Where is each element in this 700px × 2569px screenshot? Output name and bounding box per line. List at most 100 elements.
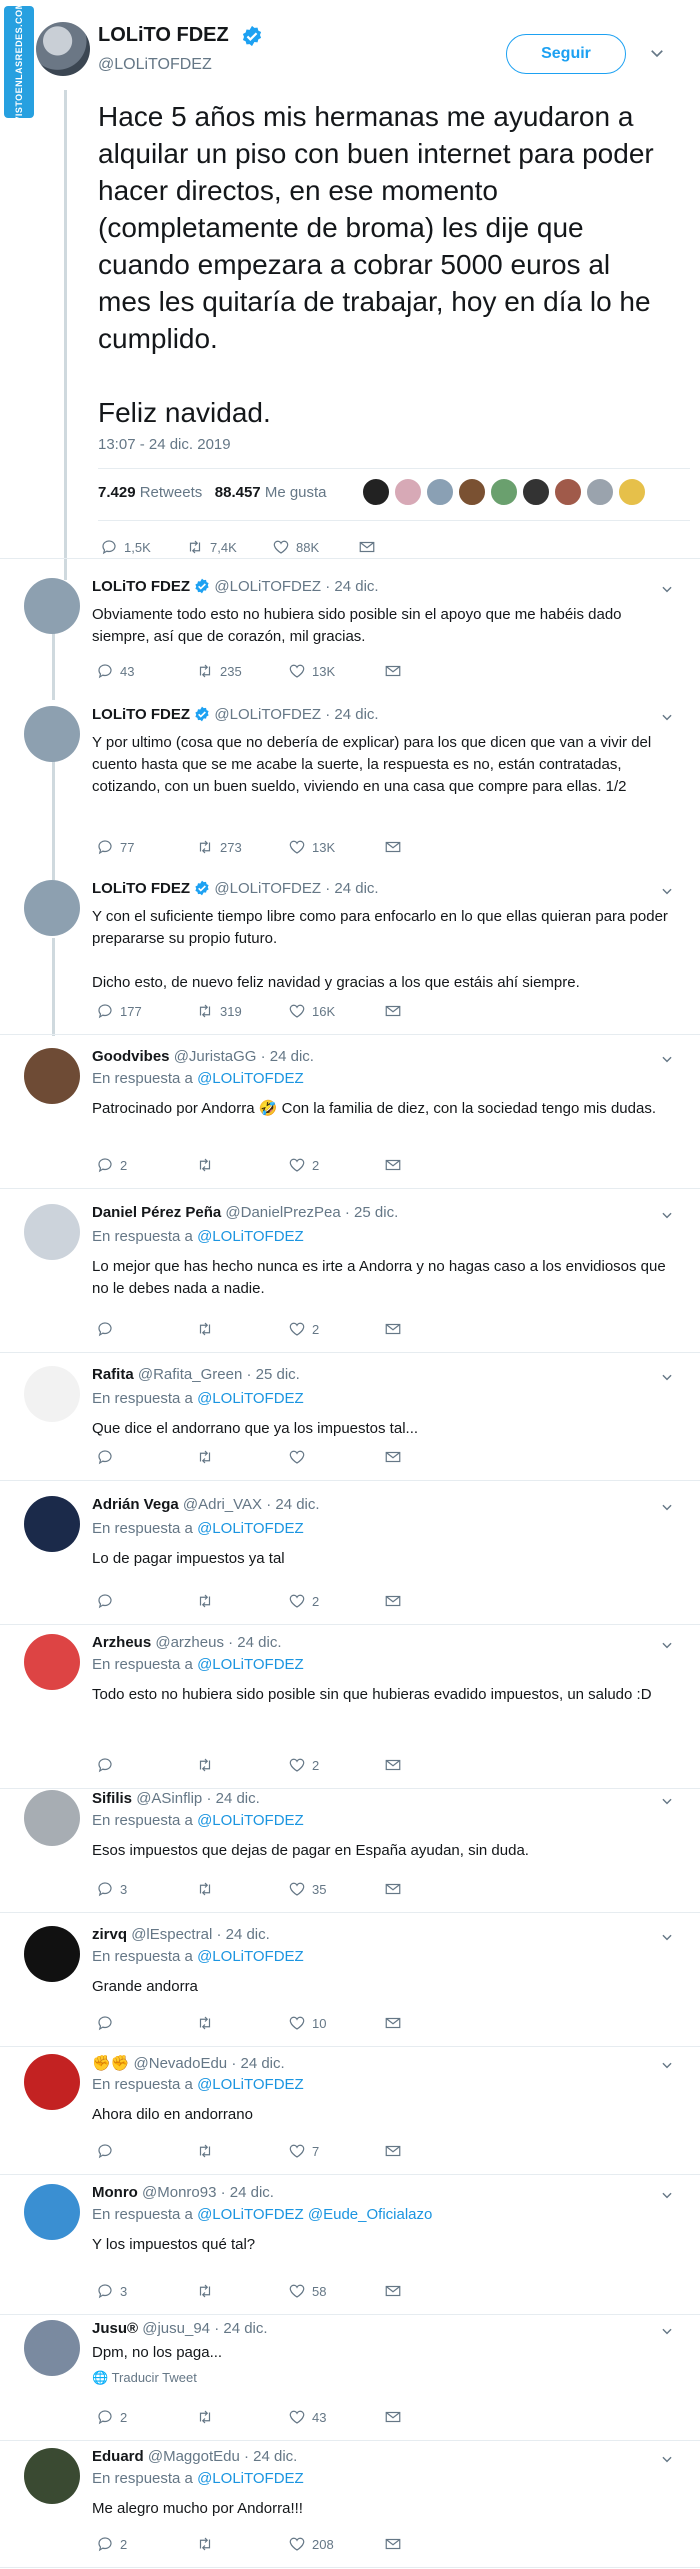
author-handle[interactable]: @jusu_94 <box>142 2320 210 2337</box>
like-button[interactable]: 88K <box>272 538 358 556</box>
mention-link[interactable]: @LOLiTOFDEZ <box>197 1390 304 1407</box>
chevron-down-icon[interactable] <box>660 884 674 898</box>
retweet-button[interactable] <box>196 1448 288 1466</box>
message-button[interactable] <box>384 838 402 856</box>
reply-tweet[interactable]: Daniel Pérez Peña @DanielPrezPea · 25 di… <box>0 1196 700 1354</box>
reply-button[interactable]: 3 <box>96 1880 196 1898</box>
like-button[interactable]: 2 <box>288 1592 384 1610</box>
author-handle[interactable]: @LOLiTOFDEZ <box>214 578 321 595</box>
author-handle[interactable]: @Adri_VAX <box>183 1496 262 1513</box>
retweet-button[interactable]: 273 <box>196 838 288 856</box>
reply-button[interactable] <box>96 2014 196 2032</box>
like-button[interactable]: 208 <box>288 2535 384 2553</box>
liker-avatar[interactable] <box>362 478 390 506</box>
author-name[interactable]: LOLiTO FDEZ <box>98 24 229 47</box>
mention-link[interactable]: @LOLiTOFDEZ @Eude_Oficialazo <box>197 2206 432 2223</box>
liker-avatar[interactable] <box>458 478 486 506</box>
message-button[interactable] <box>384 2282 402 2300</box>
reply-button[interactable] <box>96 1592 196 1610</box>
avatar[interactable] <box>24 578 80 634</box>
reply-tweet[interactable]: ✊✊ @NevadoEdu · 24 dic. En respuesta a @L… <box>0 2046 700 2176</box>
avatar[interactable] <box>24 2448 80 2504</box>
author-name[interactable]: Daniel Pérez Peña <box>92 1204 221 1221</box>
likers-avatars[interactable] <box>362 478 650 506</box>
avatar[interactable] <box>24 1634 80 1690</box>
mention-link[interactable]: @LOLiTOFDEZ <box>197 1520 304 1537</box>
reply-button[interactable]: 2 <box>96 2535 196 2553</box>
chevron-down-icon[interactable] <box>660 1638 674 1652</box>
reply-button[interactable]: 2 <box>96 1156 196 1174</box>
author-name[interactable]: LOLiTO FDEZ <box>92 880 190 897</box>
message-button[interactable] <box>384 1880 402 1898</box>
chevron-down-icon[interactable] <box>660 2058 674 2072</box>
retweet-button[interactable] <box>196 1592 288 1610</box>
author-handle[interactable]: @lEspectral <box>131 1926 212 1943</box>
tweet-date[interactable]: · 24 dic. <box>221 2184 274 2201</box>
author-handle[interactable]: @JuristaGG <box>174 1048 257 1065</box>
retweet-button[interactable] <box>196 2142 288 2160</box>
message-button[interactable] <box>384 1448 402 1466</box>
author-name[interactable]: Goodvibes <box>92 1048 170 1065</box>
reply-button[interactable]: 3 <box>96 2282 196 2300</box>
reply-tweet[interactable]: Arzheus @arzheus · 24 dic. En respuesta a… <box>0 1626 700 1790</box>
liker-avatar[interactable] <box>586 478 614 506</box>
avatar[interactable] <box>24 2184 80 2240</box>
chevron-down-icon[interactable] <box>660 1500 674 1514</box>
like-button[interactable]: 58 <box>288 2282 384 2300</box>
thread-reply[interactable]: LOLiTO FDEZ @LOLiTOFDEZ · 24 dic. Y con e… <box>0 876 700 1036</box>
mention-link[interactable]: @LOLiTOFDEZ <box>197 2470 304 2487</box>
retweet-button[interactable] <box>196 1156 288 1174</box>
tweet-date[interactable]: · 24 dic. <box>325 880 378 897</box>
reply-button[interactable] <box>96 1756 196 1774</box>
thread-reply[interactable]: LOLiTO FDEZ @LOLiTOFDEZ · 24 dic. Y por u… <box>0 702 700 872</box>
engagement-stats[interactable]: 7.429 Retweets 88.457 Me gusta <box>98 484 327 501</box>
message-button[interactable] <box>384 662 402 680</box>
reply-button[interactable]: 177 <box>96 1002 196 1020</box>
reply-button[interactable] <box>96 1320 196 1338</box>
like-button[interactable]: 2 <box>288 1320 384 1338</box>
tweet-date[interactable]: · 24 dic. <box>228 1634 281 1651</box>
author-name[interactable]: Rafita <box>92 1366 134 1383</box>
message-button[interactable] <box>384 2142 402 2160</box>
mention-link[interactable]: @LOLiTOFDEZ <box>197 1812 304 1829</box>
author-handle[interactable]: @DanielPrezPea <box>225 1204 340 1221</box>
author-name[interactable]: Eduard <box>92 2448 144 2465</box>
like-button[interactable]: 43 <box>288 2408 384 2426</box>
translate-link[interactable]: 🌐 Traducir Tweet <box>92 2370 197 2386</box>
mention-link[interactable]: @LOLiTOFDEZ <box>197 1228 304 1245</box>
reply-button[interactable] <box>96 2142 196 2160</box>
retweet-button[interactable] <box>196 2014 288 2032</box>
chevron-down-icon[interactable] <box>660 1370 674 1384</box>
chevron-down-icon[interactable] <box>660 582 674 596</box>
chevron-down-icon[interactable] <box>648 44 666 62</box>
author-name[interactable]: zirvq <box>92 1926 127 1943</box>
like-button[interactable]: 2 <box>288 1756 384 1774</box>
liker-avatar[interactable] <box>490 478 518 506</box>
tweet-date[interactable]: · 24 dic. <box>325 706 378 723</box>
tweet-date[interactable]: · 24 dic. <box>206 1790 259 1807</box>
chevron-down-icon[interactable] <box>660 1794 674 1808</box>
chevron-down-icon[interactable] <box>660 2324 674 2338</box>
follow-button[interactable]: Seguir <box>506 34 626 74</box>
author-handle[interactable]: @LOLiTOFDEZ <box>214 706 321 723</box>
avatar[interactable] <box>24 2054 80 2110</box>
message-button[interactable] <box>384 1002 402 1020</box>
reply-tweet[interactable]: Eduard @MaggotEdu · 24 dic. En respuesta … <box>0 2440 700 2569</box>
retweet-button[interactable]: 319 <box>196 1002 288 1020</box>
tweet-date[interactable]: · 25 dic. <box>345 1204 398 1221</box>
chevron-down-icon[interactable] <box>660 2452 674 2466</box>
retweet-button[interactable]: 235 <box>196 662 288 680</box>
like-button[interactable]: 7 <box>288 2142 384 2160</box>
reply-tweet[interactable]: zirvq @lEspectral · 24 dic. En respuesta … <box>0 1918 700 2048</box>
author-handle[interactable]: @MaggotEdu <box>148 2448 240 2465</box>
author-name[interactable]: Arzheus <box>92 1634 151 1651</box>
reply-button[interactable] <box>96 1448 196 1466</box>
reply-tweet[interactable]: Rafita @Rafita_Green · 25 dic. En respues… <box>0 1358 700 1482</box>
retweet-button[interactable] <box>196 2282 288 2300</box>
tweet-date[interactable]: · 24 dic. <box>244 2448 297 2465</box>
reply-button[interactable]: 2 <box>96 2408 196 2426</box>
chevron-down-icon[interactable] <box>660 1208 674 1222</box>
message-button[interactable] <box>384 1320 402 1338</box>
liker-avatar[interactable] <box>426 478 454 506</box>
message-button[interactable] <box>384 1156 402 1174</box>
